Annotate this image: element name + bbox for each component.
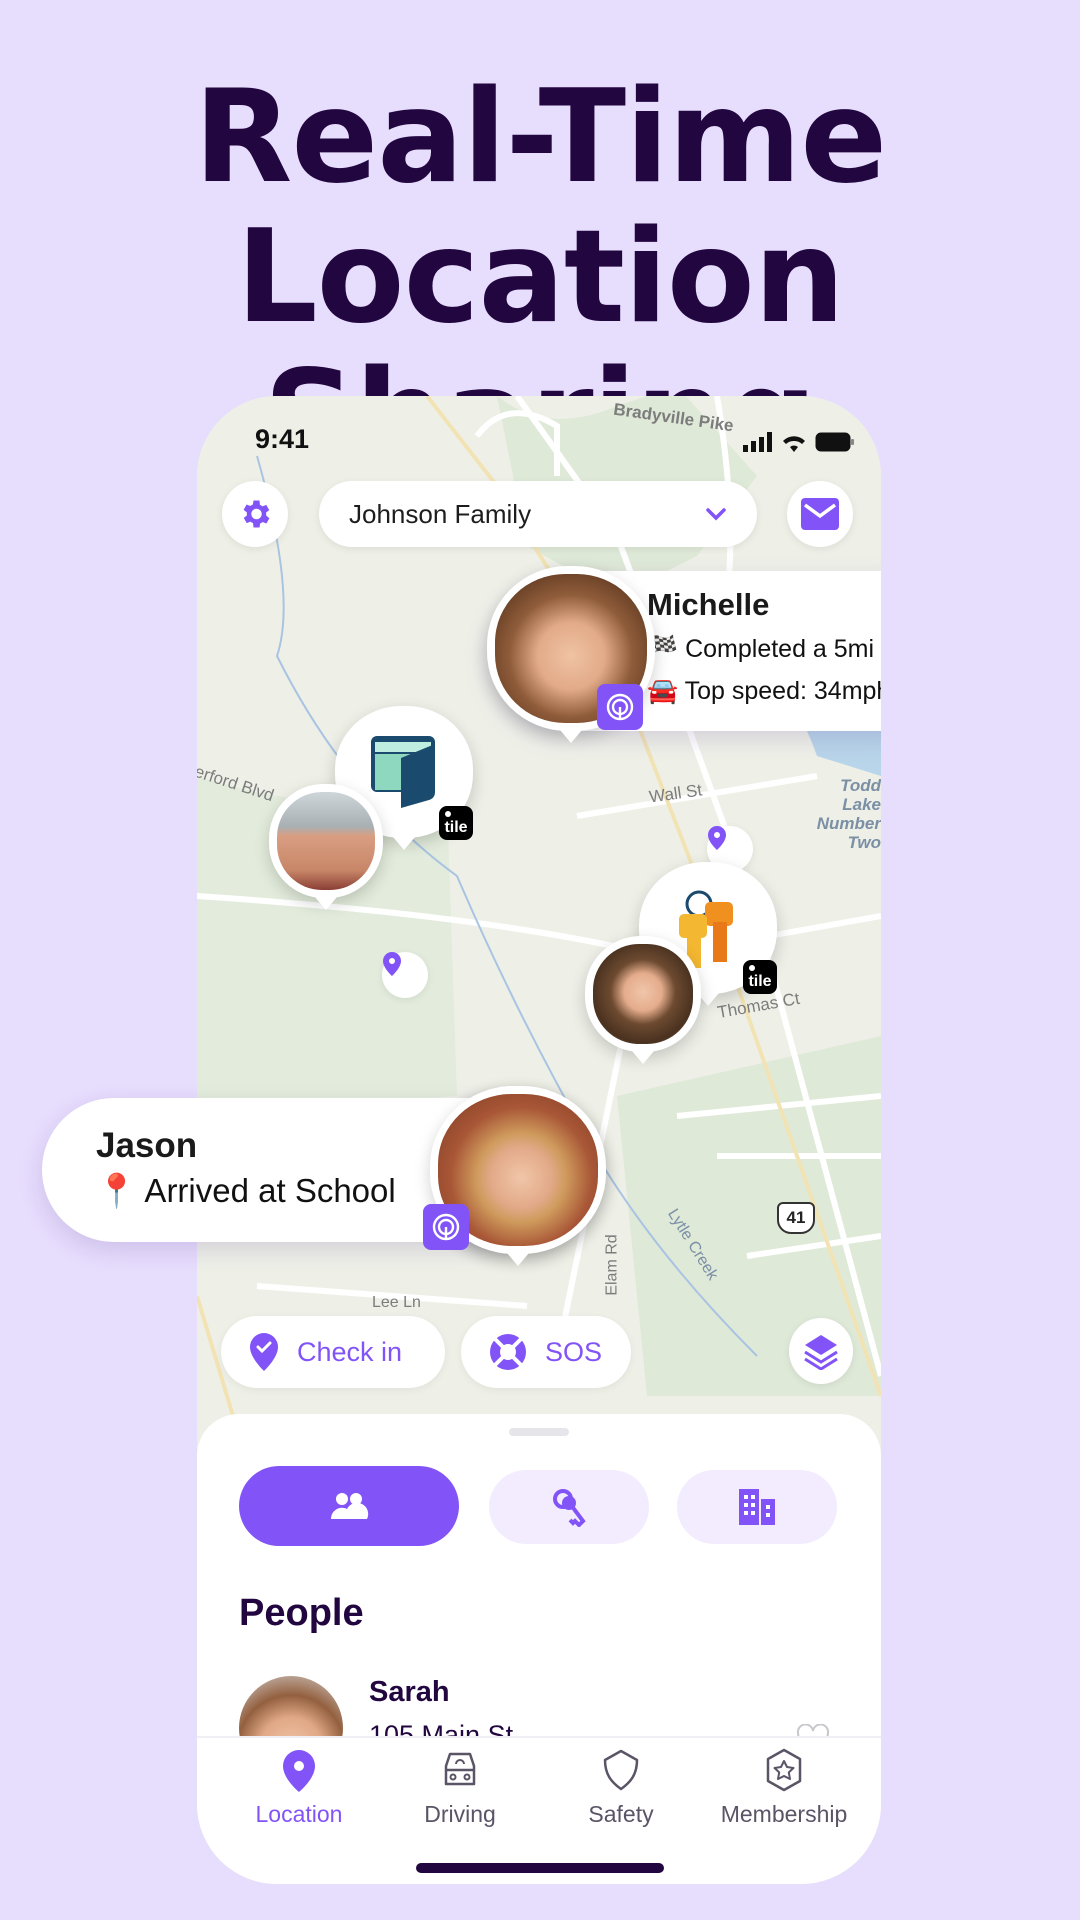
messages-button[interactable] xyxy=(787,481,853,547)
lifebuoy-icon xyxy=(490,1334,526,1370)
member-pin[interactable] xyxy=(585,936,701,1064)
battery-icon xyxy=(815,432,854,452)
tab-label: Safety xyxy=(588,1801,654,1827)
tab-safety[interactable]: Safety xyxy=(546,1748,696,1828)
location-pin-icon xyxy=(383,952,401,976)
circle-switcher[interactable]: Johnson Family xyxy=(319,481,757,547)
member-avatar xyxy=(593,944,693,1044)
star-badge-icon xyxy=(766,1748,802,1792)
building-icon xyxy=(739,1489,775,1525)
tab-location[interactable]: Location xyxy=(224,1748,374,1828)
chevron-down-icon xyxy=(706,508,726,521)
tile-badge: tile xyxy=(743,960,777,994)
car-icon xyxy=(444,1752,476,1786)
segment-items[interactable] xyxy=(489,1470,649,1544)
life360-badge xyxy=(423,1204,469,1250)
location-pin-icon xyxy=(283,1750,315,1792)
home-indicator xyxy=(416,1863,664,1873)
member-avatar xyxy=(277,792,375,890)
member-name: Michelle xyxy=(647,587,770,622)
life360-logo-icon xyxy=(432,1213,460,1241)
check-in-pin-icon xyxy=(250,1333,278,1371)
check-in-button[interactable]: Check in xyxy=(221,1316,445,1388)
tab-bar: Location Driving Safety Membership xyxy=(197,1736,881,1884)
tab-label: Driving xyxy=(424,1801,496,1827)
member-status-line: 🏁 Completed a 5mi drive xyxy=(647,635,881,663)
gear-icon xyxy=(243,500,270,528)
layers-icon xyxy=(804,1335,838,1370)
tab-driving[interactable]: Driving xyxy=(385,1748,535,1828)
wifi-icon xyxy=(783,436,805,452)
tab-membership[interactable]: Membership xyxy=(709,1748,859,1828)
sos-button[interactable]: SOS xyxy=(461,1316,631,1388)
headline-line-1: Real-Time xyxy=(193,63,887,212)
wallet-icon xyxy=(371,736,435,808)
member-pin[interactable] xyxy=(269,784,383,910)
segment-places[interactable] xyxy=(677,1470,837,1544)
keys-icon xyxy=(553,1489,586,1527)
member-status-line: 🚘 Top speed: 34mph xyxy=(647,677,881,705)
settings-button[interactable] xyxy=(222,481,288,547)
street-label: Lee Ln xyxy=(372,1294,421,1311)
life360-badge xyxy=(597,684,643,730)
member-name: Jason xyxy=(96,1126,198,1165)
shield-icon xyxy=(603,1749,639,1791)
map-layers-button[interactable] xyxy=(789,1318,853,1384)
place-pin[interactable] xyxy=(382,952,428,998)
sos-label: SOS xyxy=(545,1336,603,1367)
location-pin-icon xyxy=(708,826,726,850)
person-name: Sarah xyxy=(369,1676,450,1708)
people-icon xyxy=(330,1493,369,1519)
signal-icon xyxy=(743,432,772,452)
street-label: Elam Rd xyxy=(603,1234,621,1296)
sheet-grabber[interactable] xyxy=(509,1428,569,1436)
status-time: 9:41 xyxy=(255,424,310,454)
circle-name: Johnson Family xyxy=(349,498,532,529)
highway-shield: 41 xyxy=(777,1202,815,1234)
member-pin-michelle[interactable] xyxy=(487,566,655,743)
status-bar: 9:41 xyxy=(197,424,881,464)
check-in-label: Check in xyxy=(297,1336,403,1367)
lake-label: Todd Lake Number Two xyxy=(816,776,881,852)
segment-people[interactable] xyxy=(239,1466,459,1546)
tab-label: Membership xyxy=(720,1801,848,1827)
life360-logo-icon xyxy=(606,693,634,721)
section-title-people: People xyxy=(239,1592,364,1634)
envelope-icon xyxy=(801,498,839,530)
member-status-line: 📍 Arrived at School xyxy=(96,1172,396,1209)
tile-badge: tile xyxy=(439,806,473,840)
tab-label: Location xyxy=(255,1801,343,1827)
